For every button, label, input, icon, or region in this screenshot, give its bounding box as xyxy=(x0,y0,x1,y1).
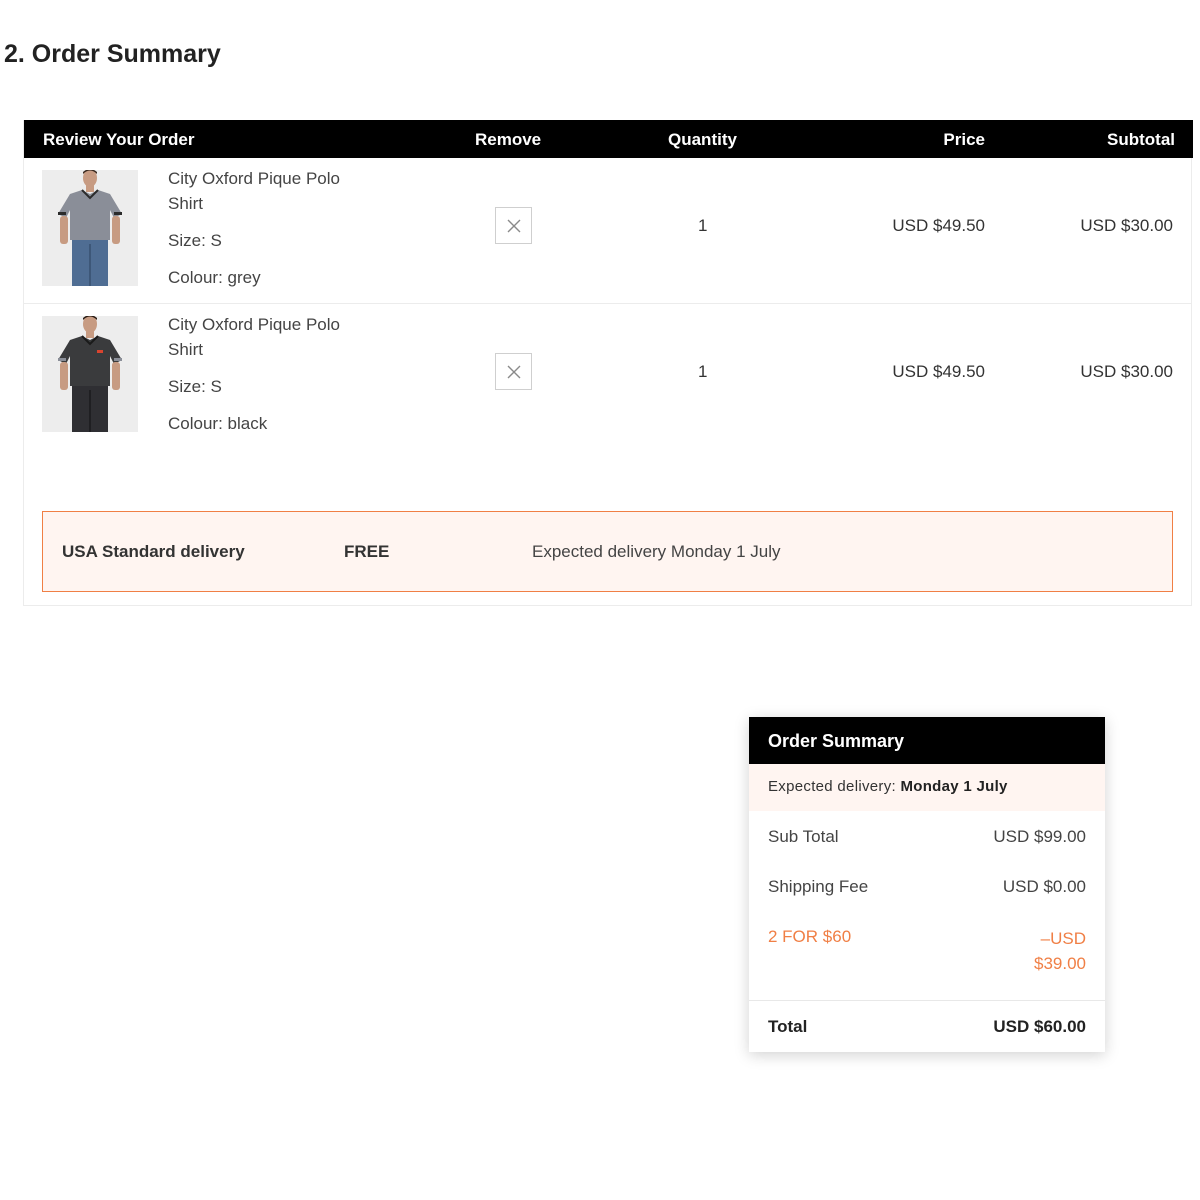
review-order-table: Review Your Order Remove Quantity Price … xyxy=(23,120,1193,606)
item-price: USD $49.50 xyxy=(892,362,985,381)
page-title: 2. Order Summary xyxy=(4,40,221,68)
item-subtotal: USD $30.00 xyxy=(1080,362,1173,381)
close-icon xyxy=(507,365,520,378)
table-row: City Oxford Pique Polo Shirt Size: S Col… xyxy=(24,304,1191,450)
item-colour: Colour: black xyxy=(168,414,268,433)
header-quantity: Quantity xyxy=(668,130,737,149)
item-size: Size: S xyxy=(168,231,222,250)
item-details: City Oxford Pique Polo Shirt Size: S Col… xyxy=(168,312,398,436)
promotion-value: –USD $39.00 xyxy=(1034,929,1086,973)
item-details: City Oxford Pique Polo Shirt Size: S Col… xyxy=(168,166,398,290)
item-size: Size: S xyxy=(168,377,222,396)
remove-item-button[interactable] xyxy=(495,207,532,244)
item-subtotal: USD $30.00 xyxy=(1080,216,1173,235)
item-price: USD $49.50 xyxy=(892,216,985,235)
expected-delivery-label: Expected delivery: xyxy=(768,778,896,795)
order-summary-panel: Order Summary Expected delivery: Monday … xyxy=(749,717,1105,1052)
checkout-page: 2. Order Summary Review Your Order Remov… xyxy=(0,0,1200,1200)
delivery-name: USA Standard delivery xyxy=(62,542,245,561)
item-quantity: 1 xyxy=(698,216,708,235)
header-review-your-order: Review Your Order xyxy=(43,130,195,149)
delivery-expected: Expected delivery Monday 1 July xyxy=(532,542,781,561)
review-table-header: Review Your Order Remove Quantity Price … xyxy=(24,120,1193,158)
total-value: USD $60.00 xyxy=(993,1017,1086,1036)
order-summary-title: Order Summary xyxy=(749,717,1105,764)
sub-total-value: USD $99.00 xyxy=(993,827,1086,846)
remove-item-button[interactable] xyxy=(495,353,532,390)
sub-total-label: Sub Total xyxy=(768,827,839,846)
header-subtotal: Subtotal xyxy=(1107,130,1175,149)
shipping-fee-label: Shipping Fee xyxy=(768,877,869,896)
item-quantity: 1 xyxy=(698,362,708,381)
summary-divider xyxy=(749,1000,1105,1001)
total-label: Total xyxy=(768,1017,808,1036)
expected-delivery: Expected delivery: Monday 1 July xyxy=(749,764,1105,811)
shipping-fee-value: USD $0.00 xyxy=(1002,877,1086,896)
table-row: City Oxford Pique Polo Shirt Size: S Col… xyxy=(24,158,1191,304)
header-remove: Remove xyxy=(475,130,542,149)
close-icon xyxy=(507,219,520,232)
delivery-option[interactable]: USA Standard delivery FREE Expected deli… xyxy=(42,511,1173,592)
delivery-cost: FREE xyxy=(344,542,390,561)
item-colour: Colour: grey xyxy=(168,268,261,287)
promotion-label: 2 FOR $60 xyxy=(768,927,852,946)
product-image-grey-polo[interactable] xyxy=(42,170,138,286)
item-name[interactable]: City Oxford Pique Polo Shirt xyxy=(168,166,378,216)
item-name[interactable]: City Oxford Pique Polo Shirt xyxy=(168,312,378,362)
expected-delivery-date: Monday 1 July xyxy=(900,778,1008,795)
product-image-black-polo[interactable] xyxy=(42,316,138,432)
header-price: Price xyxy=(943,130,985,149)
